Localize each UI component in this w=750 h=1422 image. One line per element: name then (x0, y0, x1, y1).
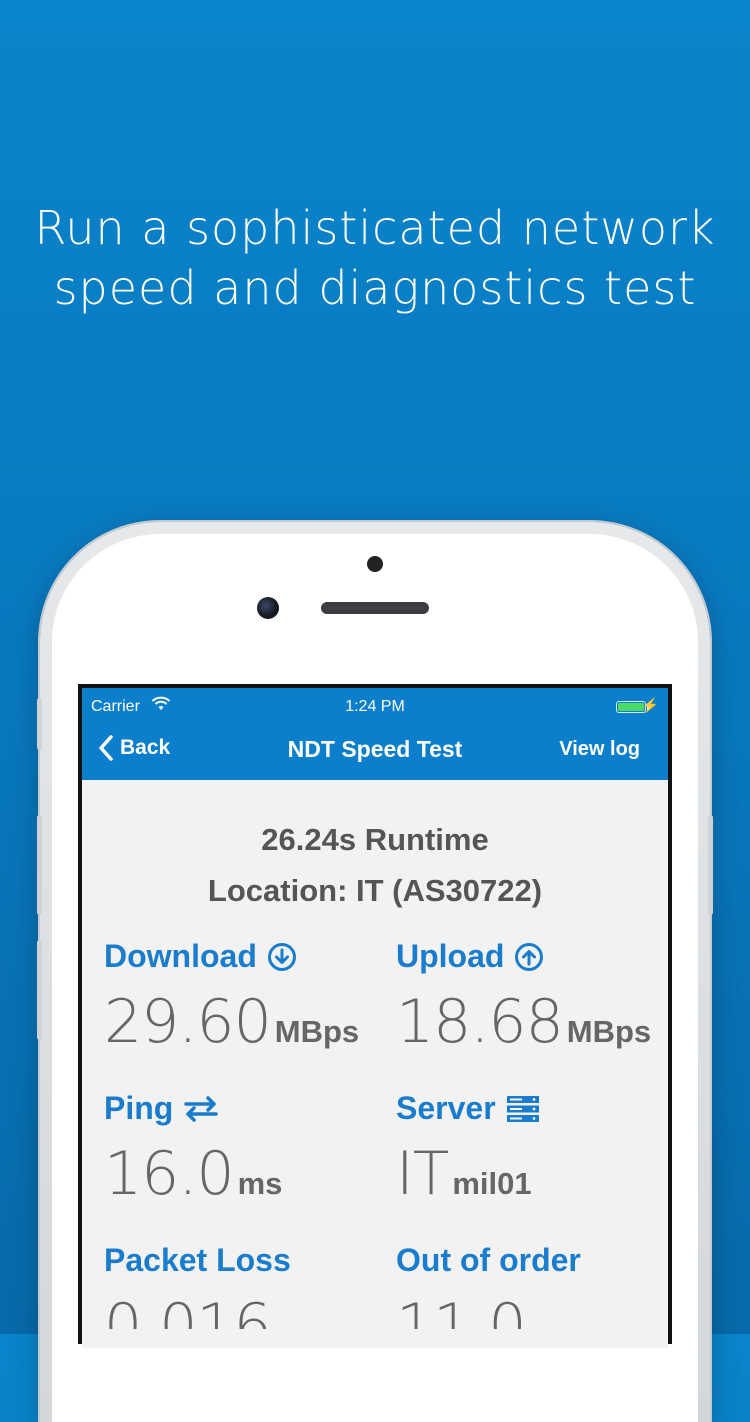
earpiece-speaker (321, 602, 429, 614)
download-metric: Download 29.60 MBps (104, 938, 384, 1057)
download-label-row: Download (104, 938, 384, 975)
download-number: 29.60 (104, 987, 272, 1057)
out-of-order-value: 11.0 (396, 1291, 668, 1329)
ping-label: Ping (104, 1090, 174, 1126)
out-of-order-number: 11.0 (396, 1291, 527, 1329)
phone-screen: Carrier 1:24 PM ⚡ Back NDT Speed Test Vi… (78, 684, 672, 1348)
out-of-order-label: Out of order (396, 1242, 581, 1278)
ping-label-row: Ping (104, 1090, 384, 1127)
swap-arrows-icon (184, 1095, 219, 1122)
mute-switch (37, 698, 42, 750)
headline-line-2: speed and diagnostics test (53, 261, 697, 315)
upload-number: 18.68 (396, 987, 564, 1057)
packet-loss-label: Packet Loss (104, 1242, 291, 1278)
packet-loss-metric: Packet Loss 0.016 (104, 1242, 384, 1329)
status-bar: Carrier 1:24 PM ⚡ (82, 696, 668, 720)
nav-row: Back NDT Speed Test View log (82, 728, 668, 772)
location-text: Location: IT (AS30722) (207, 873, 543, 908)
server-country: IT (396, 1139, 449, 1209)
headline-line-1: Run a sophisticated network (34, 201, 716, 255)
server-name: mil01 (452, 1166, 532, 1201)
volume-down-button (37, 940, 42, 1040)
test-summary: 26.24s Runtime Location: IT (AS30722) (82, 814, 668, 916)
upload-metric: Upload 18.68 MBps (396, 938, 668, 1057)
upload-label-row: Upload (396, 938, 668, 975)
status-time: 1:24 PM (345, 698, 405, 715)
runtime-text: 26.24s Runtime (261, 822, 489, 857)
upload-unit: MBps (566, 1014, 652, 1049)
out-of-order-metric: Out of order 11.0 (396, 1242, 668, 1329)
charging-bolt-icon: ⚡ (641, 697, 659, 713)
ping-metric: Ping 16.0 ms (104, 1090, 384, 1209)
download-label: Download (104, 938, 257, 974)
volume-up-button (37, 815, 42, 915)
ping-number: 16.0 (104, 1139, 235, 1209)
navigation-bar: Carrier 1:24 PM ⚡ Back NDT Speed Test Vi… (82, 688, 668, 780)
upload-value: 18.68 MBps (396, 987, 668, 1057)
download-circle-icon (267, 942, 296, 971)
server-rack-icon (506, 1095, 539, 1122)
view-log-button[interactable]: View log (559, 738, 640, 761)
front-camera (257, 597, 279, 619)
download-unit: MBps (274, 1014, 360, 1049)
download-value: 29.60 MBps (104, 987, 384, 1057)
server-value: IT mil01 (396, 1139, 668, 1209)
server-metric: Server IT mil01 (396, 1090, 668, 1209)
marketing-headline: Run a sophisticated network speed and di… (0, 198, 750, 318)
proximity-sensor (367, 556, 383, 572)
ping-value: 16.0 ms (104, 1139, 384, 1209)
out-of-order-label-row: Out of order (396, 1242, 668, 1279)
packet-loss-label-row: Packet Loss (104, 1242, 384, 1279)
packet-loss-number: 0.016 (104, 1291, 272, 1329)
upload-circle-icon (515, 942, 544, 971)
ping-unit: ms (237, 1166, 283, 1201)
upload-label: Upload (396, 938, 505, 974)
packet-loss-value: 0.016 (104, 1291, 384, 1329)
power-button (708, 815, 713, 915)
server-label-row: Server (396, 1090, 668, 1127)
app-screen: Carrier 1:24 PM ⚡ Back NDT Speed Test Vi… (82, 688, 668, 1348)
server-label: Server (396, 1090, 496, 1126)
